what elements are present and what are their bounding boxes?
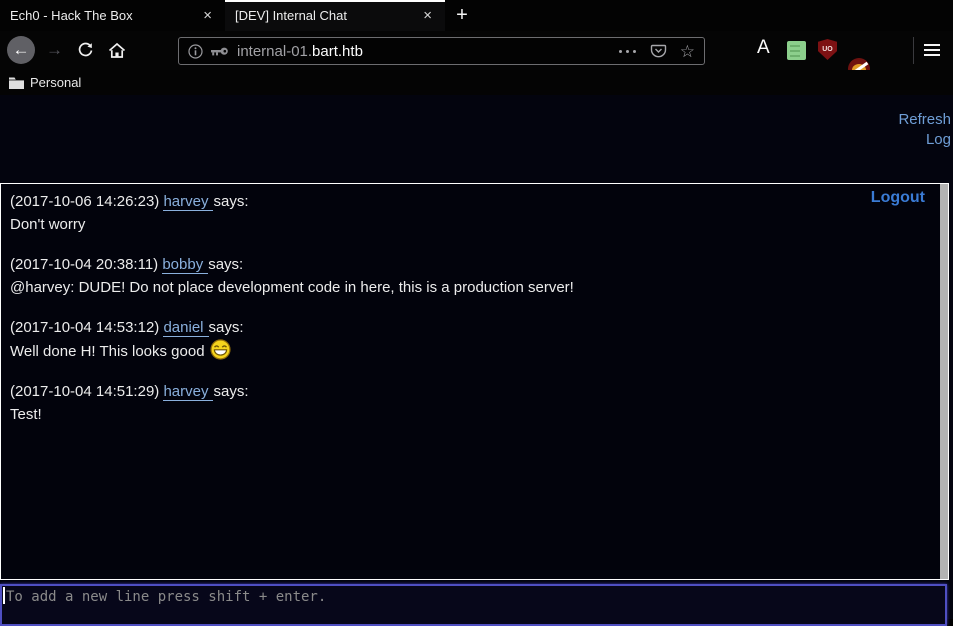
tab-close-icon[interactable]: × [420,7,435,24]
forward-arrow-icon: → [46,40,63,59]
message-timestamp: (2017-10-06 14:26:23) [10,193,159,210]
message-text: Don't worry [10,213,939,236]
message-text: Well done H! This looks good [10,339,939,363]
chat-input[interactable] [0,584,947,626]
user-link-harvey[interactable]: harvey [163,383,213,401]
tab-internal-chat[interactable]: [DEV] Internal Chat × [225,0,445,31]
tab-close-icon[interactable]: × [200,7,215,24]
message-row: (2017-10-06 14:26:23) harveysays: Don't … [10,190,939,236]
reload-button[interactable] [77,42,94,64]
new-tab-button[interactable]: + [445,0,479,31]
url-subdomain: internal-01. [237,43,312,60]
message-row: (2017-10-04 20:38:11) bobbysays: @harvey… [10,253,939,299]
says-label: says: [213,383,248,400]
message-text: @harvey: DUDE! Do not place development … [10,276,939,299]
user-link-daniel[interactable]: daniel [163,319,208,337]
message-header: (2017-10-06 14:26:23) harveysays: [10,190,939,213]
tab-bar: Ech0 - Hack The Box × [DEV] Internal Cha… [0,0,953,31]
extension-green-icon[interactable] [787,41,806,60]
back-button[interactable]: ← [7,36,35,64]
toolbar-separator [913,37,914,64]
log-link[interactable]: Log [926,131,951,148]
site-info-icon[interactable] [188,44,203,59]
chat-box: Logout (2017-10-06 14:26:23) harveysays:… [0,183,949,580]
navigation-toolbar: ← → internal-01.bart.htb [0,31,953,70]
menu-button[interactable] [924,44,940,59]
message-list: (2017-10-06 14:26:23) harveysays: Don't … [1,184,948,449]
refresh-link[interactable]: Refresh [898,111,951,128]
text-cursor [3,587,5,604]
extension-a-icon[interactable]: A [757,37,770,59]
message-text: Test! [10,403,939,426]
hamburger-icon [924,44,940,46]
message-timestamp: (2017-10-04 14:53:12) [10,319,159,336]
home-icon [108,42,126,59]
message-header: (2017-10-04 14:53:12) danielsays: [10,316,939,339]
user-link-bobby[interactable]: bobby [162,256,208,274]
bookmark-label: Personal [30,75,81,90]
grinning-face-emoji-icon [210,339,231,360]
message-header: (2017-10-04 20:38:11) bobbysays: [10,253,939,276]
url-bar[interactable]: internal-01.bart.htb ☆ [178,37,705,65]
message-timestamp: (2017-10-04 20:38:11) [10,256,158,273]
home-button[interactable] [108,42,126,64]
reload-icon [77,42,94,59]
page-content: Refresh Log Logout (2017-10-06 14:26:23)… [0,95,953,619]
bookmarks-bar: Personal [0,70,953,95]
says-label: says: [209,319,244,336]
folder-icon [8,76,25,90]
chat-scrollbar[interactable] [940,184,948,579]
message-header: (2017-10-04 14:51:29) harveysays: [10,380,939,403]
says-label: says: [213,193,248,210]
logout-link[interactable]: Logout [871,189,925,207]
forward-button[interactable]: → [46,40,63,60]
message-timestamp: (2017-10-04 14:51:29) [10,383,159,400]
says-label: says: [208,256,243,273]
back-arrow-icon: ← [13,40,30,60]
message-row: (2017-10-04 14:51:29) harveysays: Test! [10,380,939,426]
ublock-origin-icon[interactable]: UO [818,39,837,60]
bookmark-star-icon[interactable]: ☆ [680,43,695,60]
saved-login-key-icon[interactable] [210,46,229,57]
tab-title: [DEV] Internal Chat [235,8,412,23]
url-domain: bart.htb [312,43,363,60]
bookmark-folder-personal[interactable]: Personal [8,75,81,90]
tab-title: Ech0 - Hack The Box [10,8,192,23]
page-actions-icon[interactable] [619,50,636,53]
pocket-icon[interactable] [650,43,667,59]
tab-hack-the-box[interactable]: Ech0 - Hack The Box × [0,0,225,31]
message-row: (2017-10-04 14:53:12) danielsays: Well d… [10,316,939,363]
user-link-harvey[interactable]: harvey [163,193,213,211]
url-text: internal-01.bart.htb [237,43,363,60]
